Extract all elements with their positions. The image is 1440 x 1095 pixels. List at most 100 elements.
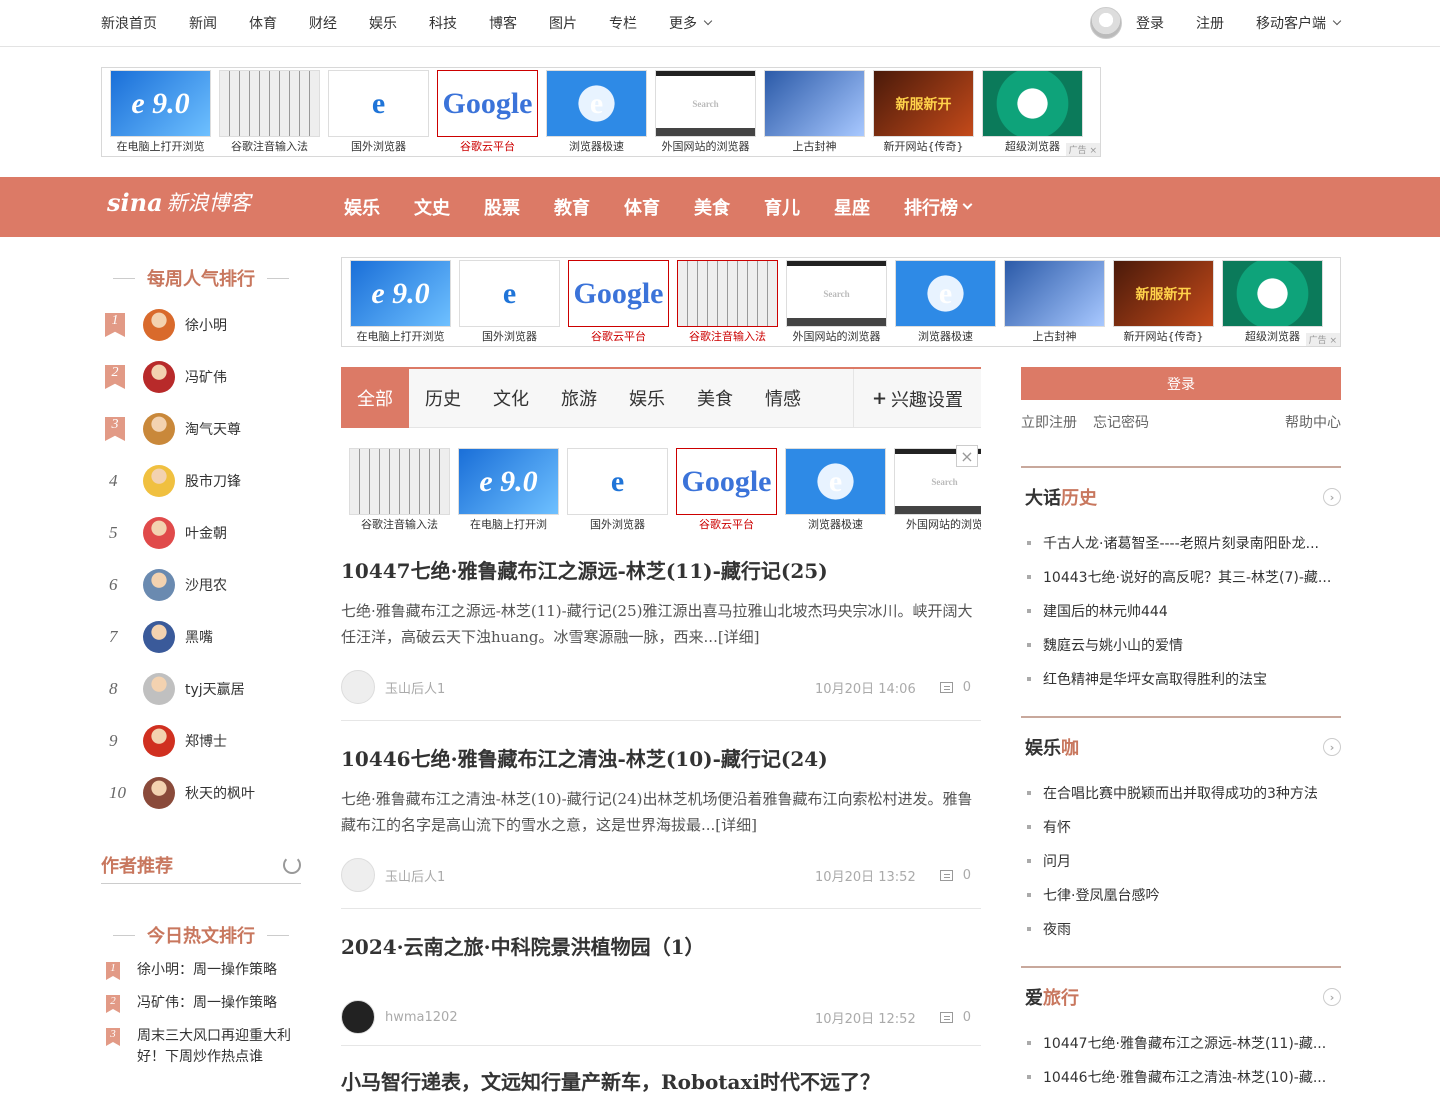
- article-title[interactable]: 小马智行递表，文远知行量产新车，Robotaxi时代不远了？: [341, 1066, 981, 1095]
- comment-icon[interactable]: [939, 681, 953, 693]
- topnav-blog[interactable]: 博客: [489, 13, 517, 33]
- author-name[interactable]: hwma1202: [385, 1010, 815, 1025]
- ranking-row[interactable]: 3 淘气天尊: [101, 403, 301, 455]
- close-ad-icon[interactable]: ×: [956, 445, 978, 467]
- blogger-name[interactable]: 叶金朝: [185, 523, 227, 543]
- topnav-more-menu[interactable]: 更多: [669, 13, 713, 33]
- blogger-name[interactable]: 淘气天尊: [185, 419, 241, 439]
- topnav-photo[interactable]: 图片: [549, 13, 577, 33]
- blognav-parenting[interactable]: 育儿: [764, 194, 800, 220]
- list-item[interactable]: 10446七绝·雅鲁藏布江之清浊-林芝(10)-藏...: [1021, 1060, 1341, 1094]
- hot-article-row[interactable]: 3 周末三大风口再迎重大利好！下周炒作热点谁: [101, 1026, 301, 1068]
- login-button[interactable]: 登录: [1021, 367, 1341, 400]
- blogger-avatar[interactable]: [143, 777, 175, 809]
- tab-travel[interactable]: 旅游: [545, 369, 613, 428]
- blogger-name[interactable]: 冯矿伟: [185, 367, 227, 387]
- ad-label[interactable]: 广告 ×: [1065, 143, 1100, 156]
- comment-icon[interactable]: [939, 1011, 953, 1023]
- hot-article-title[interactable]: 周末三大风口再迎重大利好！下周炒作热点谁: [137, 1026, 297, 1068]
- ad-item[interactable]: 新服新开 新开网站{传奇}: [1113, 260, 1214, 346]
- tab-food[interactable]: 美食: [681, 369, 749, 428]
- refresh-icon[interactable]: [283, 855, 301, 874]
- tab-emotion[interactable]: 情感: [749, 369, 817, 428]
- blognav-edu[interactable]: 教育: [554, 194, 590, 220]
- topnav-home[interactable]: 新浪首页: [101, 13, 157, 33]
- section-title[interactable]: 大话 历史 ›: [1021, 468, 1341, 526]
- blogger-avatar[interactable]: [143, 517, 175, 549]
- chevron-right-icon[interactable]: ›: [1323, 988, 1341, 1006]
- list-item[interactable]: 10443七绝·说好的高反呢？其三-林芝(7)-藏...: [1021, 560, 1341, 594]
- blognav-horoscope[interactable]: 星座: [834, 194, 870, 220]
- ad-item[interactable]: e 浏览器极速: [895, 260, 996, 346]
- list-item[interactable]: 10447七绝·雅鲁藏布江之源远-林芝(11)-藏...: [1021, 1026, 1341, 1060]
- interest-settings-button[interactable]: + 兴趣设置: [853, 369, 981, 428]
- topnav-finance[interactable]: 财经: [309, 13, 337, 33]
- blogger-avatar[interactable]: [143, 361, 175, 393]
- blognav-sports[interactable]: 体育: [624, 194, 660, 220]
- ad-item[interactable]: e 国外浏览器: [567, 448, 668, 534]
- blognav-food[interactable]: 美食: [694, 194, 730, 220]
- ad-item[interactable]: e 9.0 在电脑上打开浏览: [110, 70, 211, 156]
- hot-article-row[interactable]: 1 徐小明：周一操作策略: [101, 960, 301, 981]
- ranking-row[interactable]: 6 沙甩农: [101, 559, 301, 611]
- hot-article-row[interactable]: 2 冯矿伟：周一操作策略: [101, 993, 301, 1014]
- ad-item[interactable]: 上古封神: [1004, 260, 1105, 346]
- blognav-ent[interactable]: 娱乐: [344, 194, 380, 220]
- author-name[interactable]: 玉山后人1: [385, 866, 815, 885]
- blogger-avatar[interactable]: [143, 673, 175, 705]
- user-avatar[interactable]: [1090, 7, 1122, 39]
- blogger-avatar[interactable]: [143, 309, 175, 341]
- ad-item[interactable]: Google 谷歌云平台: [568, 260, 669, 346]
- ranking-row[interactable]: 9 郑博士: [101, 715, 301, 767]
- ranking-row[interactable]: 2 冯矿伟: [101, 351, 301, 403]
- topnav-column[interactable]: 专栏: [609, 13, 637, 33]
- author-avatar[interactable]: [341, 670, 375, 704]
- section-title[interactable]: 爱旅行 ›: [1021, 968, 1341, 1026]
- blognav-stocks[interactable]: 股票: [484, 194, 520, 220]
- list-item[interactable]: 魏庭云与姚小山的爱情: [1021, 628, 1341, 662]
- list-item[interactable]: 问月: [1021, 844, 1341, 878]
- blogger-avatar[interactable]: [143, 413, 175, 445]
- blogger-avatar[interactable]: [143, 569, 175, 601]
- register-now-link[interactable]: 立即注册: [1021, 412, 1077, 432]
- ad-item[interactable]: 新服新开 新开网站{传奇}: [873, 70, 974, 156]
- blogger-name[interactable]: 黑嘴: [185, 627, 213, 647]
- blogger-name[interactable]: 郑博士: [185, 731, 227, 751]
- ad-item[interactable]: 谷歌注音输入法: [349, 448, 450, 534]
- forgot-password-link[interactable]: 忘记密码: [1093, 412, 1149, 432]
- ad-item[interactable]: e 浏览器极速: [546, 70, 647, 156]
- mobile-client-menu[interactable]: 移动客户端: [1256, 13, 1342, 33]
- ranking-row[interactable]: 4 股市刀锋: [101, 455, 301, 507]
- blogger-avatar[interactable]: [143, 621, 175, 653]
- article-title[interactable]: 10447七绝·雅鲁藏布江之源远-林芝(11)-藏行记(25): [341, 555, 981, 584]
- ranking-row[interactable]: 5 叶金朝: [101, 507, 301, 559]
- list-item[interactable]: 七律·登凤凰台感吟: [1021, 878, 1341, 912]
- ad-item[interactable]: e 国外浏览器: [328, 70, 429, 156]
- blogger-avatar[interactable]: [143, 465, 175, 497]
- ad-item[interactable]: Search 外国网站的浏览器: [655, 70, 756, 156]
- topnav-news[interactable]: 新闻: [189, 13, 217, 33]
- ad-label[interactable]: 广告 ×: [1305, 333, 1340, 346]
- article-title[interactable]: 2024·云南之旅·中科院景洪植物园（1）: [341, 931, 981, 960]
- blogger-name[interactable]: 股市刀锋: [185, 471, 241, 491]
- ad-item[interactable]: e 浏览器极速: [785, 448, 886, 534]
- login-link[interactable]: 登录: [1136, 13, 1164, 33]
- blogger-name[interactable]: 徐小明: [185, 315, 227, 335]
- ad-item[interactable]: Google 谷歌云平台: [437, 70, 538, 156]
- list-item[interactable]: 有怀: [1021, 810, 1341, 844]
- ad-item[interactable]: 谷歌注音输入法: [677, 260, 778, 346]
- tab-ent[interactable]: 娱乐: [613, 369, 681, 428]
- hot-article-title[interactable]: 冯矿伟：周一操作策略: [137, 993, 297, 1014]
- author-avatar[interactable]: [341, 1000, 375, 1034]
- sina-blog-logo[interactable]: sina 新浪博客: [107, 187, 251, 217]
- help-center-link[interactable]: 帮助中心: [1285, 412, 1341, 432]
- hot-article-title[interactable]: 徐小明：周一操作策略: [137, 960, 297, 981]
- tab-history[interactable]: 历史: [409, 369, 477, 428]
- topnav-tech[interactable]: 科技: [429, 13, 457, 33]
- topnav-sports[interactable]: 体育: [249, 13, 277, 33]
- topnav-ent[interactable]: 娱乐: [369, 13, 397, 33]
- blogger-name[interactable]: 沙甩农: [185, 575, 227, 595]
- blognav-history[interactable]: 文史: [414, 194, 450, 220]
- tab-culture[interactable]: 文化: [477, 369, 545, 428]
- list-item[interactable]: 在合唱比赛中脱颖而出并取得成功的3种方法: [1021, 776, 1341, 810]
